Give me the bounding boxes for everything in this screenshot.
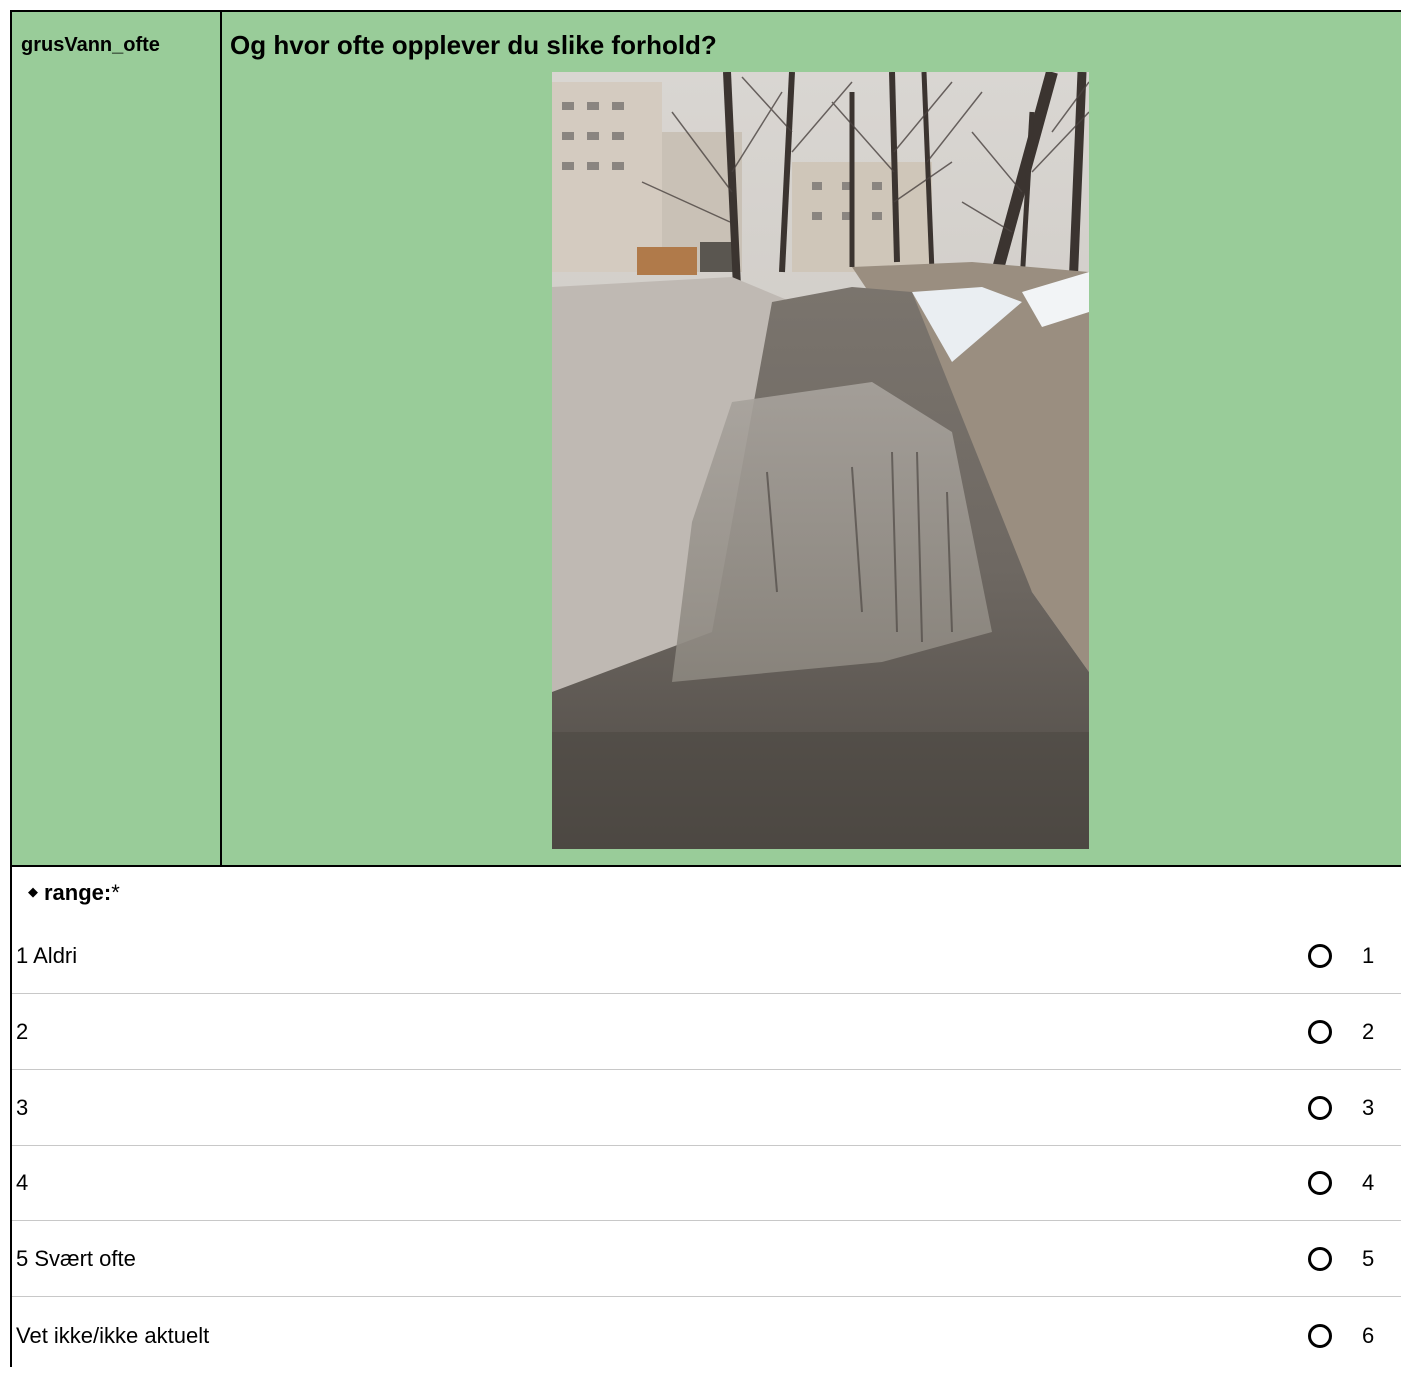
option-radio[interactable]: [1308, 1020, 1332, 1044]
option-label: 2: [16, 1019, 29, 1044]
option-label: 4: [16, 1170, 29, 1195]
option-row[interactable]: 2 2: [12, 995, 1401, 1070]
question-id: grusVann_ofte: [21, 34, 160, 56]
required-mark: *: [111, 880, 120, 905]
question-header: grusVann_ofte Og hvor ofte opplever du s…: [12, 12, 1401, 867]
range-label-text: range:: [44, 880, 112, 905]
option-radio[interactable]: [1308, 944, 1332, 968]
diamond-icon: ◆: [28, 884, 38, 899]
question-text: Og hvor ofte opplever du slike forhold?: [230, 30, 717, 60]
option-value: 2: [1362, 1019, 1375, 1044]
option-value: 4: [1362, 1170, 1375, 1195]
option-row[interactable]: Vet ikke/ikke aktuelt 6: [12, 1298, 1401, 1373]
question-photo: [552, 72, 1089, 849]
option-label: 1 Aldri: [16, 943, 78, 968]
option-label: 5 Svært ofte: [16, 1246, 136, 1271]
option-radio[interactable]: [1308, 1096, 1332, 1120]
option-row[interactable]: 3 3: [12, 1071, 1401, 1146]
range-label: ◆ range:*: [28, 880, 120, 906]
question-id-cell: grusVann_ofte: [12, 12, 222, 865]
option-radio[interactable]: [1308, 1247, 1332, 1271]
option-value: 3: [1362, 1095, 1375, 1120]
option-radio[interactable]: [1308, 1323, 1332, 1348]
option-value: 5: [1362, 1246, 1375, 1271]
option-value: 1: [1362, 943, 1375, 968]
option-label: 3: [16, 1095, 29, 1120]
option-row[interactable]: 1 Aldri 1: [12, 919, 1401, 994]
question-table: grusVann_ofte Og hvor ofte opplever du s…: [10, 10, 1401, 1367]
option-label: Vet ikke/ikke aktuelt: [16, 1322, 210, 1348]
option-row[interactable]: 4 4: [12, 1146, 1401, 1221]
option-row[interactable]: 5 Svært ofte 5: [12, 1222, 1401, 1297]
option-radio[interactable]: [1308, 1171, 1332, 1195]
option-value: 6: [1362, 1322, 1375, 1348]
